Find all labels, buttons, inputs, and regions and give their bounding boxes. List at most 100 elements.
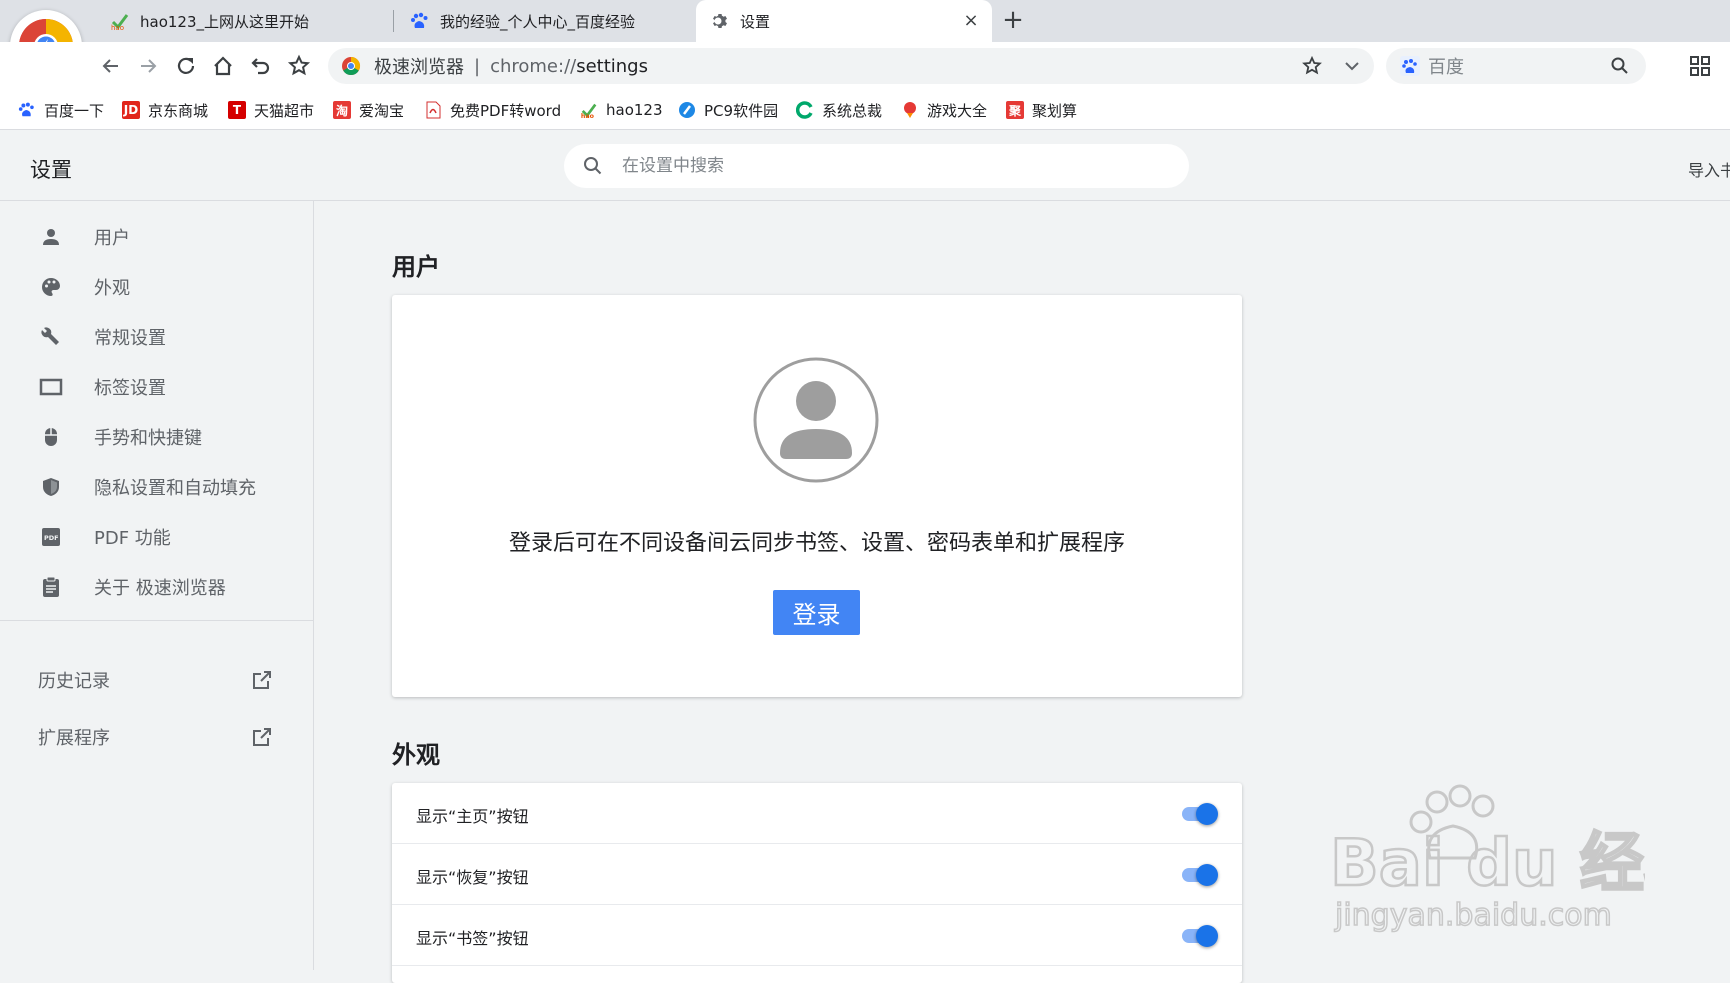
- arrow-left-icon: [102, 59, 118, 73]
- taobao-icon: 淘: [333, 101, 351, 119]
- bookmark-item[interactable]: hao hao123: [580, 99, 663, 121]
- reload-button[interactable]: [172, 52, 200, 80]
- bookmark-item[interactable]: PC9软件园: [678, 99, 778, 121]
- site-logo-icon: [340, 55, 362, 77]
- game-icon: [901, 101, 919, 119]
- bookmark-star-icon[interactable]: [1300, 54, 1324, 78]
- sidebar-item-label: 隐私设置和自动填充: [94, 478, 256, 499]
- sidebar-link-extensions[interactable]: 扩展程序: [38, 722, 274, 752]
- bookmark-item[interactable]: 聚 聚划算: [1006, 99, 1077, 121]
- svg-text:PDF: PDF: [44, 534, 59, 542]
- sidebar-link-history[interactable]: 历史记录: [38, 665, 274, 695]
- mouse-icon: [38, 424, 64, 450]
- juhuasuan-icon: 聚: [1006, 101, 1024, 119]
- sidebar-item-users[interactable]: 用户: [38, 222, 130, 252]
- url-path: settings: [576, 55, 648, 77]
- bookmark-label: hao123: [606, 101, 663, 119]
- sidebar-link-label: 扩展程序: [38, 728, 110, 749]
- sidebar-item-pdf[interactable]: PDF PDF 功能: [38, 522, 171, 552]
- sidebar-link-label: 历史记录: [38, 671, 110, 692]
- sidebar-divider: [0, 620, 314, 621]
- sidebar-item-label: 外观: [94, 278, 130, 299]
- bookmark-label: 京东商城: [148, 101, 209, 120]
- section-title-users: 用户: [392, 253, 440, 281]
- sidebar-item-gestures[interactable]: 手势和快捷键: [38, 422, 202, 452]
- toggle-switch[interactable]: [1180, 864, 1218, 886]
- sidebar-item-privacy[interactable]: 隐私设置和自动填充: [38, 472, 256, 502]
- tab-baidu-jingyan[interactable]: 我的经验_个人中心_百度经验: [396, 0, 692, 42]
- setting-label: 显示“恢复”按钮: [416, 868, 529, 887]
- bookmark-label: 聚划算: [1032, 101, 1078, 120]
- home-button[interactable]: [209, 52, 237, 80]
- bookmark-item[interactable]: 系统总裁: [796, 99, 882, 121]
- tab-title: hao123_上网从这里开始: [140, 12, 310, 31]
- url-scheme: chrome://: [490, 55, 577, 77]
- sidebar-item-label: 常规设置: [94, 328, 166, 349]
- setting-label: 显示“主页”按钮: [416, 807, 529, 826]
- watermark-brand: Bai du 经验: [1330, 827, 1645, 901]
- shield-icon: [38, 474, 64, 500]
- sidebar-item-label: 标签设置: [94, 378, 166, 399]
- person-icon: [38, 224, 64, 250]
- palette-icon: [38, 274, 64, 300]
- tab-separator: [393, 10, 394, 32]
- forward-button[interactable]: [134, 52, 162, 80]
- settings-search[interactable]: [564, 144, 1189, 188]
- watermark-url: jingyan.baidu.com: [1334, 898, 1612, 933]
- svg-text:hao: hao: [111, 24, 124, 31]
- chevron-down-icon[interactable]: [1340, 54, 1364, 78]
- login-button[interactable]: 登录: [773, 590, 860, 635]
- toggle-switch[interactable]: [1180, 803, 1218, 825]
- reload-icon: [177, 57, 195, 74]
- bookmark-item[interactable]: 淘 爱淘宝: [333, 99, 404, 121]
- restore-button[interactable]: [247, 52, 275, 80]
- page-title: 设置: [30, 158, 72, 182]
- sidebar-item-about[interactable]: 关于 极速浏览器: [38, 572, 226, 602]
- hao123-icon: hao: [110, 11, 130, 31]
- pdf-icon: [424, 101, 442, 119]
- sidebar-item-general[interactable]: 常规设置: [38, 322, 166, 352]
- bookmark-label: 游戏大全: [927, 101, 988, 120]
- bookmark-label: 系统总裁: [822, 101, 883, 120]
- bookmark-item[interactable]: JD 京东商城: [122, 99, 208, 121]
- setting-label: 显示“书签”按钮: [416, 929, 529, 948]
- open-external-icon: [250, 725, 274, 749]
- close-tab-icon[interactable]: ×: [962, 12, 980, 30]
- search-icon[interactable]: [1610, 56, 1630, 76]
- sidebar-item-label: 关于 极速浏览器: [94, 578, 226, 599]
- hao123-icon: hao: [580, 101, 598, 119]
- url-separator: |: [474, 55, 481, 77]
- back-button[interactable]: [97, 52, 125, 80]
- bookmark-item[interactable]: T 天猫超市: [228, 99, 314, 121]
- toggle-switch[interactable]: [1180, 925, 1218, 947]
- bookmark-label: 天猫超市: [254, 101, 315, 120]
- apps-grid-icon[interactable]: [1688, 54, 1712, 78]
- import-bookmarks-link[interactable]: 导入书: [1688, 157, 1730, 181]
- bookmark-item[interactable]: 游戏大全: [901, 99, 987, 121]
- open-external-icon: [250, 668, 274, 692]
- tab-settings[interactable]: 设置 ×: [696, 0, 992, 42]
- settings-search-input[interactable]: [620, 155, 1144, 177]
- avatar-icon: [753, 357, 879, 483]
- wrench-icon: [38, 324, 64, 350]
- tab-icon: [38, 374, 64, 400]
- bookmark-item[interactable]: 免费PDF转word: [424, 99, 561, 121]
- section-title-appearance: 外观: [392, 741, 440, 769]
- address-bar[interactable]: 极速浏览器 | chrome://settings: [328, 48, 1374, 84]
- sidebar-item-tabs[interactable]: 标签设置: [38, 372, 166, 402]
- bookmark-item[interactable]: 百度一下: [18, 99, 104, 121]
- search-engine-box[interactable]: 百度: [1386, 48, 1646, 84]
- pc9-icon: [678, 101, 696, 119]
- tab-hao123[interactable]: hao hao123_上网从这里开始: [96, 0, 392, 42]
- baidu-paw-icon: [410, 11, 430, 31]
- baidu-paw-icon: [1400, 56, 1420, 76]
- tmall-icon: T: [228, 101, 246, 119]
- bookmark-label: 爱淘宝: [359, 101, 405, 120]
- url-text[interactable]: chrome://settings: [490, 56, 648, 77]
- sidebar-item-appearance[interactable]: 外观: [38, 272, 130, 302]
- baidu-paw-icon: [18, 101, 36, 119]
- bookmark-button[interactable]: [285, 52, 313, 80]
- new-tab-button[interactable]: +: [1000, 7, 1026, 34]
- user-card: [392, 295, 1242, 697]
- sidebar-item-label: 用户: [94, 228, 130, 249]
